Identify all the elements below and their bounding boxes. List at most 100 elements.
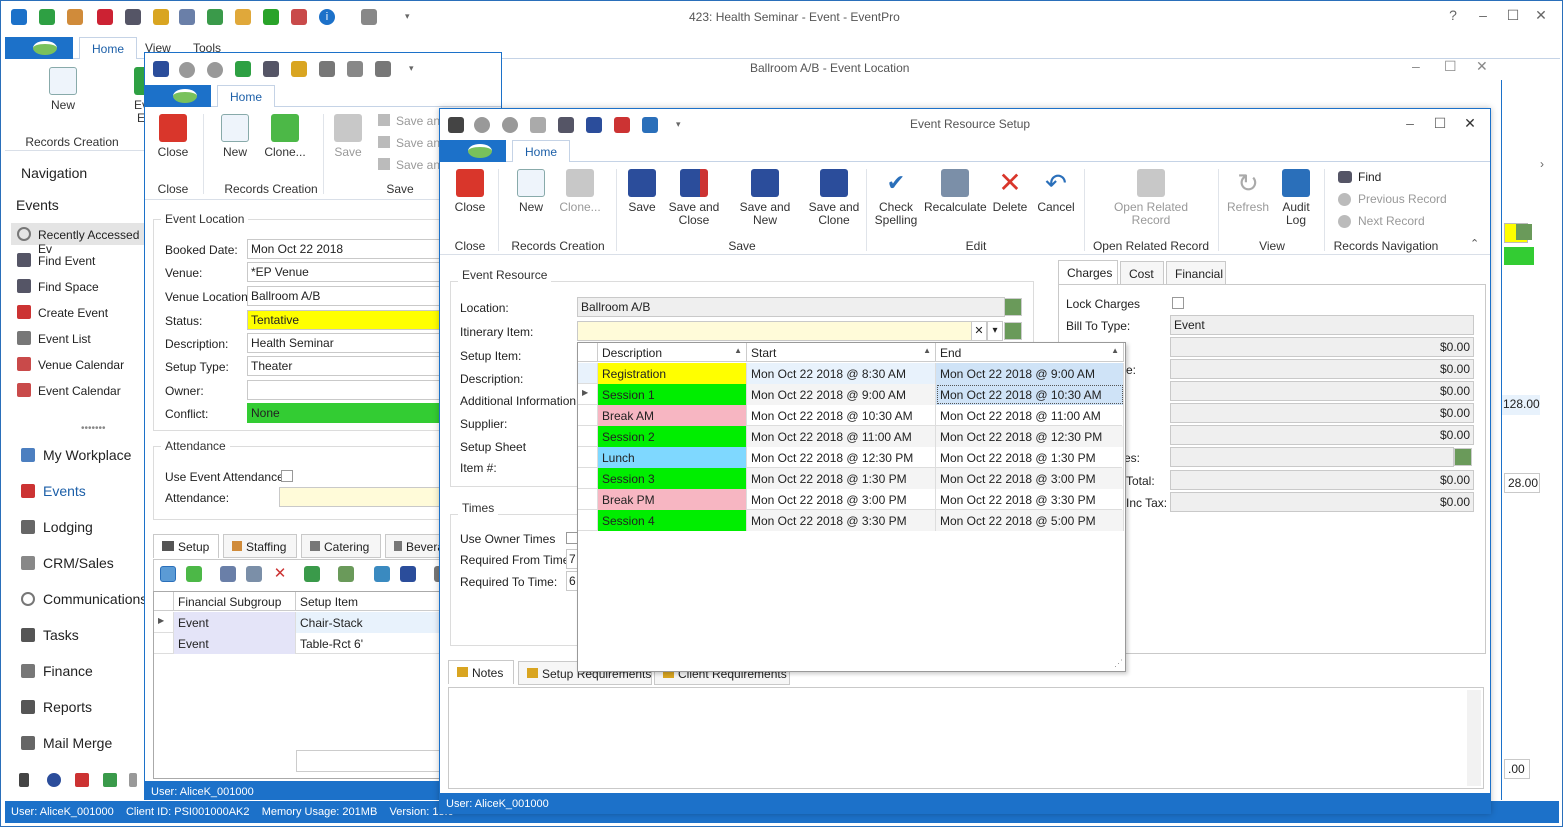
refresh-icon[interactable] xyxy=(530,117,546,133)
tab-staffing[interactable]: Staffing xyxy=(223,534,297,558)
save-close-icon[interactable] xyxy=(347,61,363,77)
new-button[interactable]: New xyxy=(43,67,83,112)
tab-financial[interactable]: Financial xyxy=(1166,261,1226,285)
tab-catering[interactable]: Catering xyxy=(301,534,381,558)
clone-button[interactable]: Clone... xyxy=(261,114,309,159)
file-tab[interactable] xyxy=(5,37,73,59)
close-icon[interactable]: ✕ xyxy=(1531,7,1551,24)
refresh-icon[interactable] xyxy=(39,9,55,25)
save-icon[interactable] xyxy=(586,117,602,133)
tab-charges[interactable]: Charges xyxy=(1058,260,1118,284)
list-item[interactable]: ▶ Session 1 Mon Oct 22 2018 @ 9:00 AM Mon O… xyxy=(578,384,1124,405)
delete-button[interactable]: ✕ Delete xyxy=(990,169,1030,214)
dropdown-header-description[interactable]: Description ▲ xyxy=(598,343,747,362)
chart-icon[interactable] xyxy=(75,773,89,787)
tab-notes[interactable]: Notes xyxy=(448,660,514,684)
layout-icon[interactable] xyxy=(153,61,169,77)
next-record-button[interactable]: Next Record xyxy=(1358,214,1425,228)
dropdown-arrow-icon[interactable]: ▾ xyxy=(987,321,1003,341)
charge-picker-icon[interactable] xyxy=(1454,448,1472,466)
itinerary-item-field[interactable] xyxy=(577,321,973,341)
trend-icon[interactable] xyxy=(103,773,117,787)
nav-module-events[interactable]: Events xyxy=(43,483,86,499)
dropdown-header-end[interactable]: End ▲ xyxy=(936,343,1124,362)
save-icon[interactable] xyxy=(319,61,335,77)
customize-toolbar-icon[interactable]: ▾ xyxy=(405,11,410,22)
more-icon[interactable] xyxy=(129,773,137,787)
location-maximize-icon[interactable]: ☐ xyxy=(1444,58,1457,75)
lock-charges-checkbox[interactable] xyxy=(1172,297,1184,309)
save-and-new-button[interactable]: Save and New xyxy=(728,169,802,227)
grid-icon[interactable] xyxy=(246,566,262,582)
notes-scrollbar[interactable] xyxy=(1467,690,1481,786)
sort-icon[interactable] xyxy=(19,773,29,787)
up-icon[interactable] xyxy=(179,62,195,78)
list-item[interactable]: Session 3 Mon Oct 22 2018 @ 1:30 PM Mon Oc… xyxy=(578,468,1124,489)
language-icon[interactable] xyxy=(361,9,377,25)
close-button[interactable]: Close xyxy=(155,114,191,159)
file-tab[interactable] xyxy=(440,140,506,162)
nav-module-mail-merge[interactable]: Mail Merge xyxy=(43,735,112,751)
down-icon[interactable] xyxy=(207,62,223,78)
export-icon[interactable] xyxy=(304,566,320,582)
nav-module-my-workplace[interactable]: My Workplace xyxy=(43,447,131,463)
document-icon[interactable] xyxy=(153,9,169,25)
list-item[interactable]: Session 4 Mon Oct 22 2018 @ 3:30 PM Mon Oc… xyxy=(578,510,1124,531)
close-icon[interactable]: ✕ xyxy=(1460,115,1480,132)
new-button[interactable]: New xyxy=(514,169,548,214)
settings-icon[interactable] xyxy=(263,9,279,25)
save-button[interactable]: Save xyxy=(331,114,365,159)
close-button[interactable]: Close xyxy=(452,169,488,214)
edit-icon[interactable] xyxy=(220,566,236,582)
location-minimize-icon[interactable]: – xyxy=(1412,58,1420,74)
calculator-icon[interactable] xyxy=(179,9,195,25)
customize-toolbar-icon[interactable]: ▾ xyxy=(676,119,681,130)
maximize-icon[interactable]: ☐ xyxy=(1503,7,1523,24)
list-item[interactable]: Lunch Mon Oct 22 2018 @ 12:30 PM Mon Oct 2… xyxy=(578,447,1124,468)
select-icon[interactable] xyxy=(160,566,176,582)
save-and-close-button[interactable]: Save and Close xyxy=(668,169,720,227)
grid-header-financial-subgroup[interactable]: Financial Subgroup xyxy=(174,592,296,611)
save-and-clone-button[interactable]: Save and Clone xyxy=(808,169,860,227)
print-icon[interactable] xyxy=(400,566,416,582)
splitter-grip[interactable]: ••••••• xyxy=(81,423,106,434)
list-item[interactable]: Registration Mon Oct 22 2018 @ 8:30 AM Mon… xyxy=(578,363,1124,384)
columns-icon[interactable] xyxy=(338,566,354,582)
save-close-icon[interactable] xyxy=(614,117,630,133)
notes-icon[interactable] xyxy=(291,61,307,77)
recalculate-button[interactable]: Recalculate xyxy=(924,169,987,214)
itinerary-picker-icon[interactable] xyxy=(1004,322,1022,340)
nav-module-communications[interactable]: Communications xyxy=(43,591,147,607)
save-button[interactable]: Save xyxy=(624,169,660,214)
nav-module-lodging[interactable]: Lodging xyxy=(43,519,93,535)
collapse-ribbon-icon[interactable]: ⌃ xyxy=(1470,237,1479,250)
folder-icon[interactable] xyxy=(235,9,251,25)
maximize-icon[interactable]: ☐ xyxy=(1430,115,1450,132)
calendar-icon[interactable] xyxy=(291,9,307,25)
dropdown-header-start[interactable]: Start ▲ xyxy=(747,343,936,362)
nav-item-venue-calendar[interactable]: Venue Calendar xyxy=(38,358,124,372)
setup-icon[interactable] xyxy=(448,117,464,133)
minimize-icon[interactable]: – xyxy=(1400,115,1420,131)
app-logo-icon[interactable] xyxy=(11,9,27,25)
clone-button[interactable]: Clone... xyxy=(556,169,604,214)
open-related-record-button[interactable]: Open Related Record xyxy=(1110,169,1192,227)
binoculars-icon[interactable] xyxy=(125,9,141,25)
nav-item-event-list[interactable]: Event List xyxy=(38,332,91,346)
nav-item-create-event[interactable]: Create Event xyxy=(38,306,108,320)
notes-textarea[interactable] xyxy=(448,687,1484,789)
add-icon[interactable] xyxy=(186,566,202,582)
nav-item-find-space[interactable]: Find Space xyxy=(38,280,99,294)
nav-item-find-event[interactable]: Find Event xyxy=(38,254,95,268)
refresh-button[interactable]: ↻ Refresh xyxy=(1226,169,1270,214)
collapse-icon[interactable]: › xyxy=(1540,157,1544,171)
globe-icon[interactable] xyxy=(47,773,61,787)
picker-icon[interactable] xyxy=(1516,224,1532,240)
cancel-button[interactable]: ↶ Cancel xyxy=(1036,169,1076,214)
info-icon[interactable]: i xyxy=(319,9,335,25)
nav-module-finance[interactable]: Finance xyxy=(43,663,93,679)
use-event-attendance-checkbox[interactable] xyxy=(281,470,293,482)
itinerary-dropdown[interactable]: Description ▲ Start ▲ End ▲ Registration Mon… xyxy=(577,342,1126,672)
tab-home[interactable]: Home xyxy=(217,85,276,107)
delete-icon[interactable]: ✕ xyxy=(272,566,288,582)
